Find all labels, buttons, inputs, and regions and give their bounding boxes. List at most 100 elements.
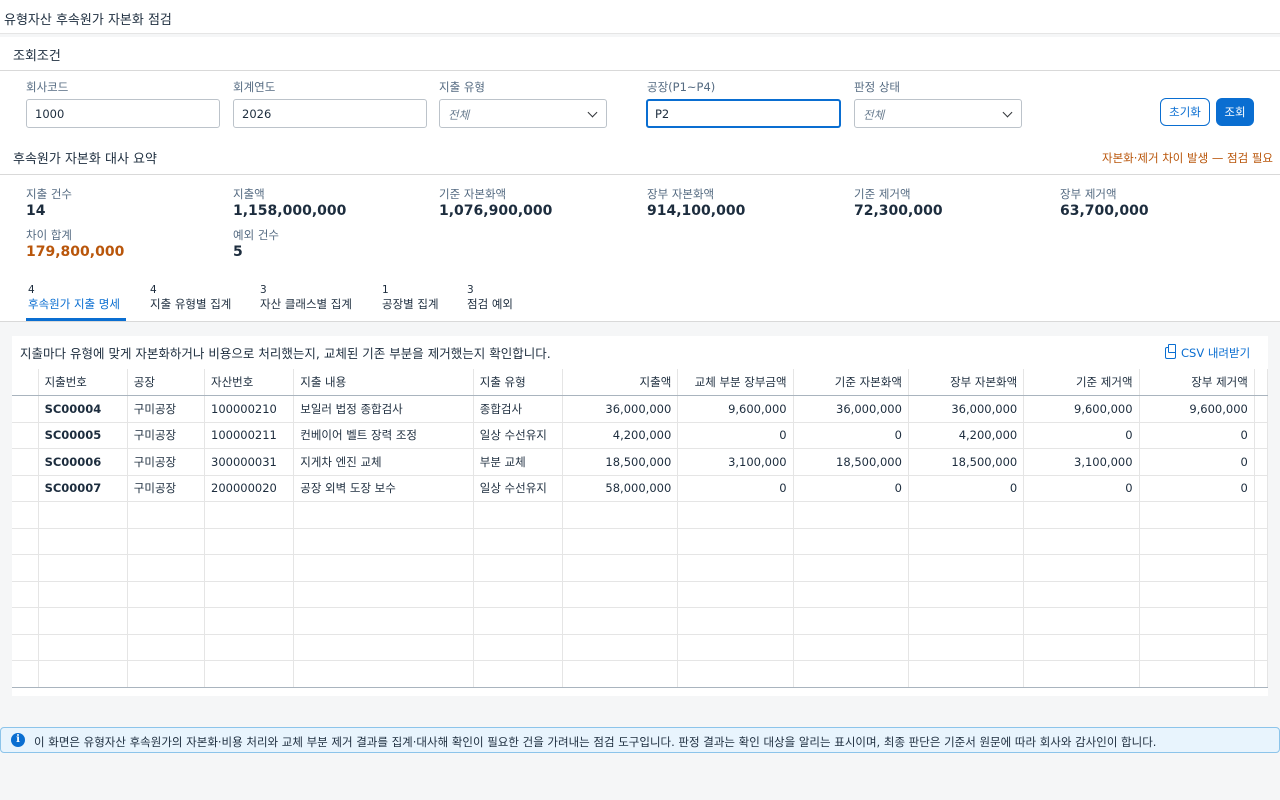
cell-replaced-book: 0 [677,422,794,449]
cell-asset-no: 100000211 [204,422,295,449]
judgment-value: 전체 [863,108,885,122]
table-row[interactable]: SC00007 구미공장 200000020 공장 외벽 도장 보수 일상 수선… [12,475,1269,502]
tab-label: 지출 유형별 집계 [150,297,232,311]
cell-book-cap: 36,000,000 [908,395,1025,423]
reset-button[interactable]: 초기화 [1160,98,1210,126]
empty-row [12,501,1269,529]
cell-std-cap: 0 [793,422,909,449]
cell-book-derec: 0 [1139,475,1255,502]
cell-book-derec: 0 [1139,422,1255,449]
col-header[interactable]: 지출 내용 [293,369,474,396]
cell-std-cap: 0 [793,475,909,502]
row-select-cell[interactable] [12,422,39,449]
cell-book-cap: 4,200,000 [908,422,1025,449]
cell-spend-no: SC00004 [38,395,128,423]
csv-download-button[interactable]: CSV 내려받기 [1165,344,1251,361]
col-header[interactable]: 지출액 [562,369,679,396]
copy-icon [1165,344,1176,359]
csv-download-label: CSV 내려받기 [1181,346,1251,360]
col-header[interactable]: 장부 자본화액 [908,369,1025,396]
col-header[interactable]: 기준 자본화액 [793,369,909,396]
tab-label: 후속원가 지출 명세 [28,297,120,311]
cell-std-derec: 0 [1023,475,1140,502]
page-header: 유형자산 후속원가 자본화 점검 [0,0,1280,34]
cell-spend-type: 일상 수선유지 [473,422,563,449]
fiscal-year-input[interactable]: 2026 [233,99,427,128]
table-row[interactable]: SC00004 구미공장 100000210 보일러 법정 종합검사 종합검사 … [12,395,1269,423]
cell-description: 컨베이어 벨트 장력 조정 [293,422,474,449]
kpi-std-cap-label: 기준 자본화액 [439,187,507,201]
judgment-label: 판정 상태 [854,80,900,94]
search-button[interactable]: 조회 [1216,98,1254,126]
company-code-label: 회사코드 [26,80,69,94]
col-header[interactable]: 교체 부분 장부금액 [677,369,794,396]
table-header-row: 지출번호 공장 자산번호 지출 내용 지출 유형 지출액 교체 부분 장부금액 … [12,369,1269,396]
spend-type-select[interactable]: 전체 [439,99,607,128]
table-row[interactable]: SC00005 구미공장 100000211 컨베이어 벨트 장력 조정 일상 … [12,422,1269,449]
empty-row [12,528,1269,555]
cell-amount: 18,500,000 [562,448,679,476]
tab-spend-detail[interactable]: 4 후속원가 지출 명세 [28,284,120,311]
tab-count: 3 [260,284,267,296]
kpi-spend-value: 1,158,000,000 [233,203,347,219]
col-header[interactable]: 지출번호 [38,369,128,396]
tab-label: 공장별 집계 [382,297,439,311]
tab-by-asset-class[interactable]: 3 자산 클래스별 집계 [260,284,352,311]
cell-asset-no: 100000210 [204,395,295,423]
row-select-cell[interactable] [12,448,39,476]
cell-std-derec: 9,600,000 [1023,395,1140,423]
cell-spend-type: 종합검사 [473,395,563,423]
tab-exceptions[interactable]: 3 점검 예외 [467,284,513,311]
cell-replaced-book: 3,100,000 [677,448,794,476]
row-select-cell[interactable] [12,395,39,423]
kpi-diff-label: 차이 합계 [26,228,72,242]
tab-by-plant[interactable]: 1 공장별 집계 [382,284,439,311]
col-header[interactable]: 지출 유형 [473,369,563,396]
col-header[interactable]: 장부 제거액 [1139,369,1255,396]
cell-description: 보일러 법정 종합검사 [293,395,474,423]
table-description: 지출마다 유형에 맞게 자본화하거나 비용으로 처리했는지, 교체된 기존 부분… [20,346,551,361]
cell-std-cap: 36,000,000 [793,395,909,423]
kpi-book-derec-label: 장부 제거액 [1060,187,1117,201]
filler-header [1254,369,1269,396]
table-row[interactable]: SC00006 구미공장 300000031 지게차 엔진 교체 부분 교체 1… [12,448,1269,476]
kpi-book-cap-label: 장부 자본화액 [647,187,715,201]
judgment-select[interactable]: 전체 [854,99,1022,128]
tab-count: 4 [28,284,35,296]
empty-row [12,554,1269,582]
cell-spend-no: SC00006 [38,448,128,476]
kpi-count-value: 14 [26,203,46,219]
plant-input[interactable]: P2 [646,99,841,128]
chevron-down-icon [1002,107,1013,118]
cell-amount: 36,000,000 [562,395,679,423]
spend-type-value: 전체 [448,108,470,122]
cell-asset-no: 200000020 [204,475,295,502]
cell-spend-no: SC00005 [38,422,128,449]
empty-row [12,634,1269,661]
kpi-std-derec-label: 기준 제거액 [854,187,911,201]
kpi-count-label: 지출 건수 [26,187,72,201]
filler-cell [1254,422,1269,449]
cell-book-derec: 9,600,000 [1139,395,1255,423]
col-header[interactable]: 자산번호 [204,369,295,396]
spend-type-label: 지출 유형 [439,80,485,94]
row-select-cell[interactable] [12,475,39,502]
cell-plant: 구미공장 [127,475,206,502]
cell-amount: 4,200,000 [562,422,679,449]
cell-spend-type: 부분 교체 [473,448,563,476]
cell-plant: 구미공장 [127,422,206,449]
summary-warning: 자본화·제거 차이 발생 — 점검 필요 [1102,151,1273,165]
cell-plant: 구미공장 [127,395,206,423]
cell-asset-no: 300000031 [204,448,295,476]
plant-label: 공장(P1~P4) [647,80,716,94]
tab-label: 자산 클래스별 집계 [260,297,352,311]
cell-std-derec: 0 [1023,422,1140,449]
cell-replaced-book: 0 [677,475,794,502]
tab-by-spend-type[interactable]: 4 지출 유형별 집계 [150,284,231,311]
filler-cell [1254,448,1269,476]
col-header[interactable]: 기준 제거액 [1023,369,1140,396]
cell-book-derec: 0 [1139,448,1255,476]
company-code-input[interactable]: 1000 [26,99,220,128]
fiscal-year-label: 회계연도 [233,80,276,94]
col-header[interactable]: 공장 [127,369,206,396]
